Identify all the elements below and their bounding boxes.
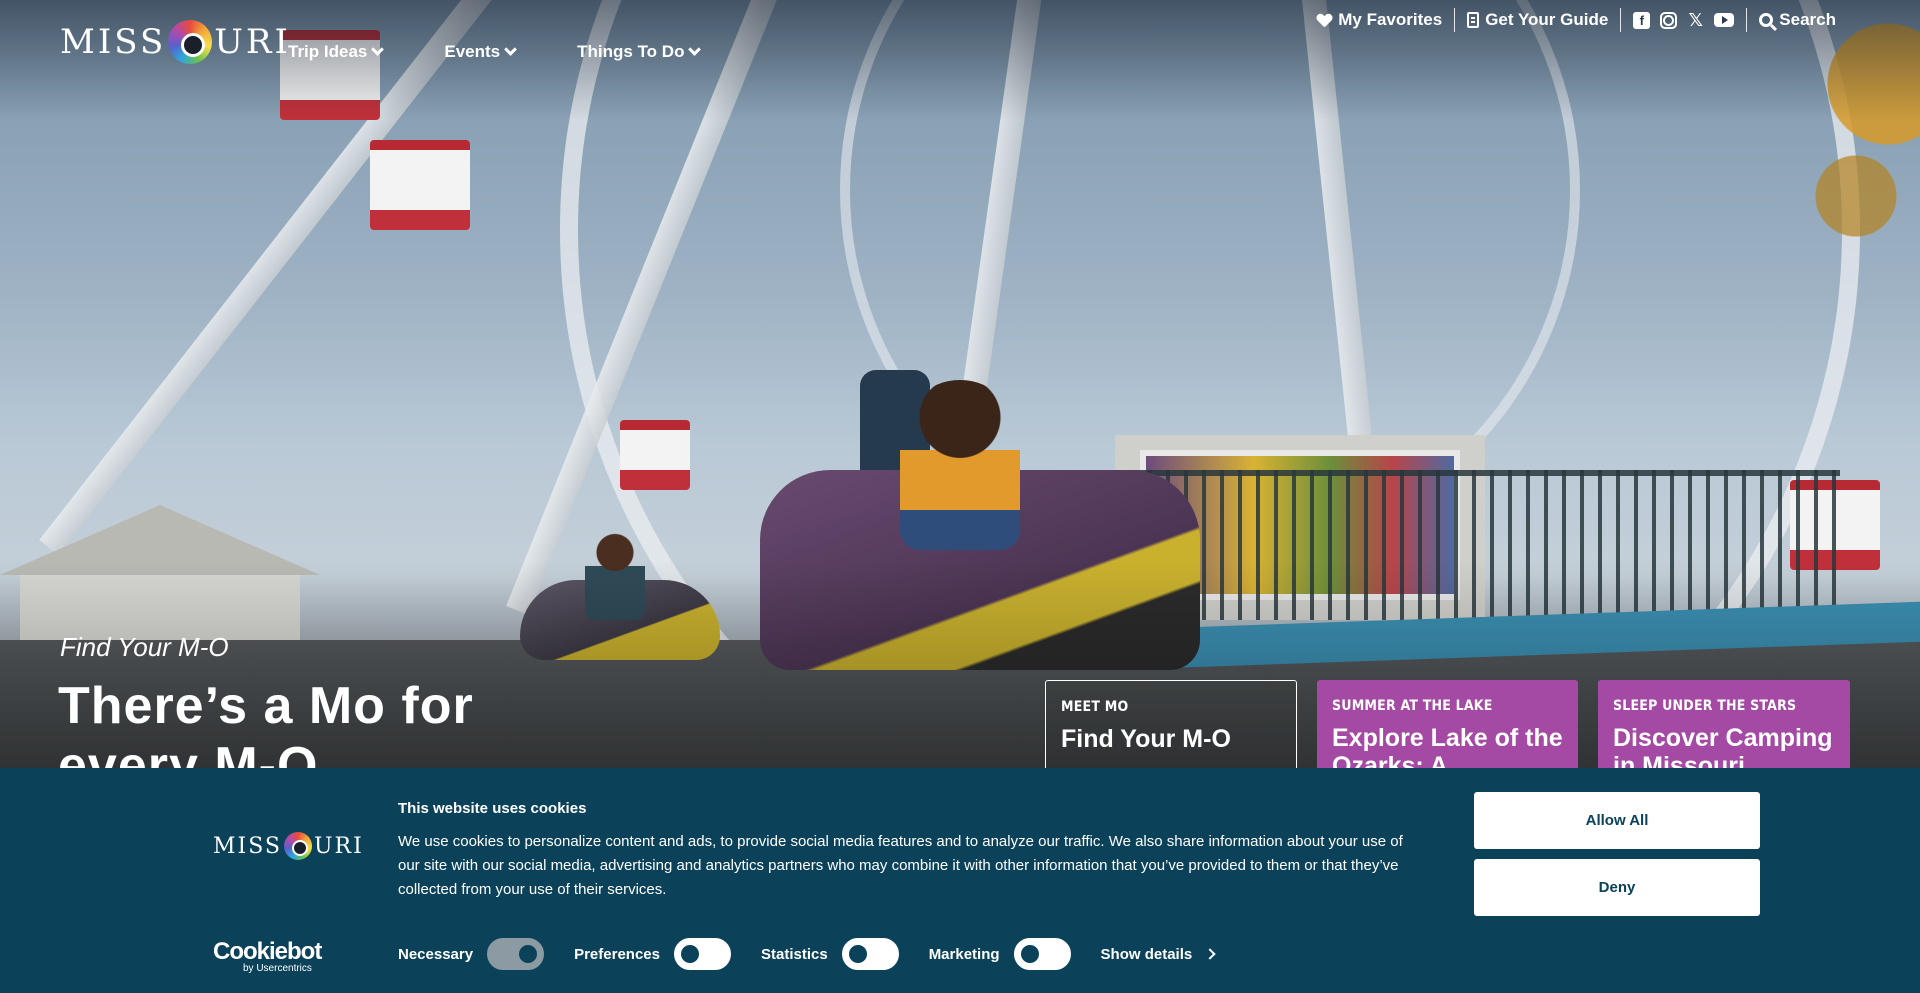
wheel-cabin [370,140,470,230]
cookiebot-wordmark: Cookiebot [213,938,322,965]
deny-button[interactable]: Deny [1474,859,1760,916]
consent-toggles: Necessary Preferences Statistics Marketi… [398,938,1216,970]
guide-book-icon [1467,12,1480,28]
flower-icon [168,20,213,64]
x-icon[interactable]: 𝕏 [1687,10,1704,31]
search-label: Search [1779,10,1836,29]
chevron-down-icon [688,43,702,56]
marketing-toggle[interactable] [1013,938,1071,970]
site-logo[interactable]: MISS URI [60,14,291,70]
youtube-icon[interactable] [1714,13,1735,27]
wheel-cabin [620,420,690,490]
allow-all-button[interactable]: Allow All [1474,792,1760,849]
driver [900,380,1020,550]
preferences-toggle[interactable] [673,938,731,970]
social-links: f 𝕏 [1621,10,1746,31]
logo-text: MISS [213,833,282,859]
cookie-description: We use cookies to personalize content an… [398,833,1403,898]
search-button[interactable]: Search [1747,10,1848,30]
nav-label: Trip Ideas [288,42,368,61]
nav-label: Events [444,42,501,61]
toggle-group-necessary: Necessary [398,938,545,970]
logo-text: URI [214,22,291,62]
cookie-banner: MISS URI Cookiebot by Usercentrics This … [0,768,1920,993]
favorites-label: My Favorites [1338,10,1443,29]
cookiebot-logo[interactable]: Cookiebot by Usercentrics [213,938,322,974]
facebook-icon[interactable]: f [1633,11,1651,29]
statistics-toggle[interactable] [841,938,899,970]
cookie-title: This website uses cookies [398,800,587,817]
nav-things-to-do[interactable]: Things To Do [577,42,702,62]
card-kicker: MEET MO [1061,699,1129,715]
toggle-label: Marketing [928,945,1000,963]
instagram-icon[interactable] [1660,11,1678,29]
utility-nav: My Favorites Get Your Guide f 𝕏 Search [1305,6,1848,34]
flower-icon [283,832,312,860]
show-details-link[interactable]: Show details [1100,945,1216,963]
chevron-down-icon [504,43,517,56]
logo-text: MISS [60,22,167,62]
toggle-label: Statistics [760,945,828,963]
toggle-group-statistics: Statistics [761,938,899,970]
logo-wordmark: MISS URI [60,20,291,64]
nav-trip-ideas[interactable]: Trip Ideas [288,42,385,62]
nav-events[interactable]: Events [444,42,517,62]
chevron-down-icon [371,43,385,56]
main-nav: Trip Ideas Events Things To Do [288,42,702,62]
get-your-guide-link[interactable]: Get Your Guide [1455,10,1620,30]
toggle-group-preferences: Preferences [574,938,731,970]
nav-label: Things To Do [577,42,685,61]
toggle-label: Necessary [398,945,474,963]
hero-eyebrow: Find Your M-O [60,632,229,662]
guide-label: Get Your Guide [1485,10,1609,29]
toggle-group-marketing: Marketing [929,938,1071,970]
my-favorites-link[interactable]: My Favorites [1305,10,1454,30]
cookie-banner-logo: MISS URI [213,832,364,860]
card-title: Find Your M-O [1061,725,1231,753]
heart-icon [1317,14,1332,27]
search-icon [1759,13,1774,27]
necessary-toggle[interactable] [487,938,545,970]
card-kicker: SUMMER AT THE LAKE [1332,698,1493,714]
card-kicker: SLEEP UNDER THE STARS [1613,698,1797,714]
chevron-right-icon [1204,948,1216,960]
show-details-label: Show details [1100,945,1193,963]
cookiebot-subtitle: by Usercentrics [243,963,312,974]
toggle-label: Preferences [574,945,660,963]
logo-text: URI [313,833,364,859]
